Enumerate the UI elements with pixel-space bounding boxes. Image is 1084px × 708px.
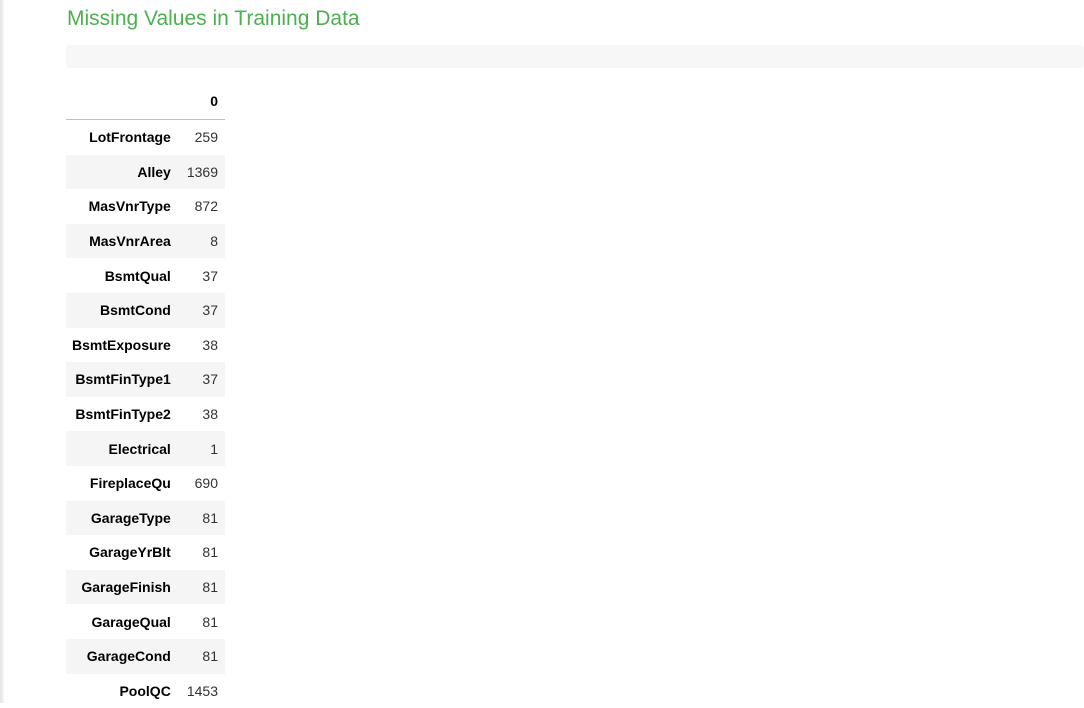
row-value: 37 <box>185 258 225 293</box>
row-value: 690 <box>185 466 225 501</box>
row-label: Electrical <box>66 431 185 466</box>
row-label: BsmtFinType2 <box>66 397 185 432</box>
row-value: 1 <box>185 431 225 466</box>
table-row: GarageFinish 81 <box>66 570 225 605</box>
table-row: BsmtFinType2 38 <box>66 397 225 432</box>
row-value: 259 <box>185 120 225 155</box>
row-label: GarageYrBlt <box>66 535 185 570</box>
empty-code-cell[interactable] <box>66 45 1084 68</box>
row-label: BsmtQual <box>66 258 185 293</box>
row-value: 81 <box>185 604 225 639</box>
table-row: GarageCond 81 <box>66 639 225 674</box>
table-row: GarageYrBlt 81 <box>66 535 225 570</box>
row-value: 81 <box>185 535 225 570</box>
row-label: GarageType <box>66 501 185 536</box>
table-row: GarageQual 81 <box>66 604 225 639</box>
table-row: BsmtCond 37 <box>66 293 225 328</box>
page-title: Missing Values in Training Data <box>67 6 360 32</box>
table-row: Electrical 1 <box>66 431 225 466</box>
row-label: GarageCond <box>66 639 185 674</box>
column-header: 0 <box>185 83 225 120</box>
table-row: Alley 1369 <box>66 155 225 190</box>
row-value: 81 <box>185 570 225 605</box>
table-row: FireplaceQu 690 <box>66 466 225 501</box>
table-header-row: 0 <box>66 83 225 120</box>
table-row: GarageType 81 <box>66 501 225 536</box>
row-value: 37 <box>185 362 225 397</box>
row-label: GarageQual <box>66 604 185 639</box>
row-label: MasVnrType <box>66 189 185 224</box>
row-label: BsmtExposure <box>66 328 185 363</box>
row-label: LotFrontage <box>66 120 185 155</box>
row-value: 872 <box>185 189 225 224</box>
table-row: BsmtExposure 38 <box>66 328 225 363</box>
row-value: 37 <box>185 293 225 328</box>
row-value: 1369 <box>185 155 225 190</box>
row-value: 38 <box>185 328 225 363</box>
table-row: MasVnrArea 8 <box>66 224 225 259</box>
row-value: 81 <box>185 501 225 536</box>
row-value: 8 <box>185 224 225 259</box>
row-label: GarageFinish <box>66 570 185 605</box>
index-header <box>66 83 185 120</box>
table-row: BsmtFinType1 37 <box>66 362 225 397</box>
table-row: MasVnrType 872 <box>66 189 225 224</box>
table-row: LotFrontage 259 <box>66 120 225 155</box>
notebook-left-border <box>0 0 4 703</box>
row-label: FireplaceQu <box>66 466 185 501</box>
row-label: BsmtCond <box>66 293 185 328</box>
table-row: BsmtQual 37 <box>66 258 225 293</box>
row-value: 38 <box>185 397 225 432</box>
row-label: Alley <box>66 155 185 190</box>
missing-values-table: 0 LotFrontage 259 Alley 1369 MasVnrType … <box>66 83 225 708</box>
row-label: MasVnrArea <box>66 224 185 259</box>
row-label: BsmtFinType1 <box>66 362 185 397</box>
row-value: 81 <box>185 639 225 674</box>
